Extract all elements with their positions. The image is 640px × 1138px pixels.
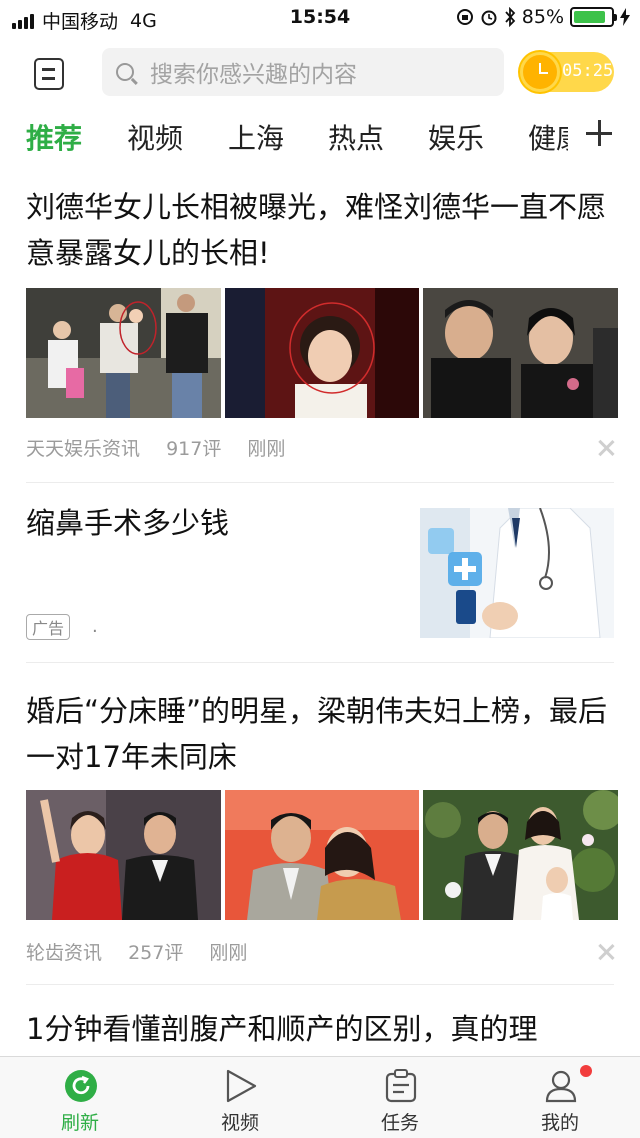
search-placeholder: 搜索你感兴趣的内容: [150, 62, 357, 88]
news-item[interactable]: 1分钟看懂剖腹产和顺产的区别，真的理: [0, 1006, 640, 1056]
tab-entertainment[interactable]: 娱乐: [428, 117, 484, 157]
news-source: 天天娱乐资讯: [26, 438, 141, 460]
comment-count: 917评: [166, 438, 222, 460]
tab-recommend[interactable]: 推荐: [26, 117, 82, 157]
app-header: 搜索你感兴趣的内容 05:25: [0, 44, 640, 104]
channel-tabs: 推荐 视频 上海 热点 娱乐 健康: [0, 112, 640, 162]
tab-hot[interactable]: 热点: [328, 117, 384, 157]
tab-shanghai[interactable]: 上海: [228, 117, 284, 157]
ad-thumbnail[interactable]: [420, 508, 614, 638]
dismiss-icon[interactable]: [598, 440, 614, 456]
thumbnail-row: [26, 288, 619, 418]
news-thumbnail-1[interactable]: [26, 288, 221, 418]
divider: [26, 984, 614, 985]
news-title[interactable]: 刘德华女儿长相被曝光，难怪刘德华一直不愿意暴露女儿的长相!: [26, 184, 614, 276]
ad-badge: 广告: [26, 614, 71, 640]
play-icon: [226, 1069, 257, 1103]
timer-text: 05:25: [562, 61, 614, 81]
battery-percent: 85%: [521, 6, 564, 28]
news-thumbnail-1[interactable]: [26, 790, 221, 920]
clock-icon: [520, 52, 560, 92]
news-thumbnail-3[interactable]: [423, 288, 619, 418]
news-title[interactable]: 婚后“分床睡”的明星，梁朝伟夫妇上榜，最后一对17年未同床: [26, 688, 614, 780]
status-bar: 中国移动 4G 15:54 85%: [0, 0, 640, 36]
publish-time: 刚刚: [247, 438, 286, 460]
news-source: 轮齿资讯: [26, 942, 103, 964]
thumbnail-row: [26, 790, 619, 920]
news-meta: 天天娱乐资讯 917评 刚刚: [26, 434, 305, 461]
nav-label: 任务: [380, 1112, 419, 1134]
nav-task[interactable]: 任务: [350, 1065, 450, 1137]
bottom-nav: 刷新 视频 任务 我的: [0, 1056, 640, 1138]
bluetooth-icon: [505, 7, 516, 27]
task-icon: [385, 1069, 417, 1103]
news-title[interactable]: 1分钟看懂剖腹产和顺产的区别，真的理: [26, 1006, 614, 1052]
search-bar[interactable]: 搜索你感兴趣的内容: [102, 48, 504, 96]
search-icon: [116, 63, 134, 81]
comment-count: 257评: [128, 942, 184, 964]
news-thumbnail-3[interactable]: [423, 790, 619, 920]
tab-health[interactable]: 健康: [528, 117, 568, 157]
tab-video[interactable]: 视频: [127, 117, 183, 157]
profile-icon: [545, 1070, 577, 1103]
tab-health-clip: 健康: [528, 117, 568, 157]
notification-badge: [580, 1065, 592, 1077]
alarm-icon: [481, 10, 497, 26]
reading-timer[interactable]: 05:25: [520, 52, 614, 92]
divider: [26, 662, 614, 663]
nav-label: 我的: [540, 1112, 579, 1134]
charging-icon: [620, 8, 630, 26]
lock-rotation-icon: [456, 9, 473, 25]
news-meta: 轮齿资讯 257评 刚刚: [26, 938, 267, 965]
nav-label: 刷新: [60, 1112, 99, 1134]
news-thumbnail-2[interactable]: [224, 790, 420, 920]
dismiss-icon[interactable]: [598, 944, 614, 960]
nav-mine[interactable]: 我的: [510, 1065, 610, 1137]
nav-label: 视频: [220, 1112, 259, 1134]
news-thumbnail-2[interactable]: [224, 288, 420, 418]
ad-source: .: [92, 616, 98, 637]
publish-time: 刚刚: [209, 942, 248, 964]
menu-icon[interactable]: [34, 58, 64, 90]
refresh-icon: [65, 1070, 97, 1102]
ad-title[interactable]: 缩鼻手术多少钱: [26, 500, 406, 546]
battery-icon: [570, 7, 617, 27]
add-channel-icon[interactable]: [586, 120, 612, 146]
divider: [26, 482, 614, 483]
battery-fill: [574, 11, 605, 23]
nav-video[interactable]: 视频: [190, 1065, 290, 1137]
nav-refresh[interactable]: 刷新: [30, 1065, 130, 1137]
